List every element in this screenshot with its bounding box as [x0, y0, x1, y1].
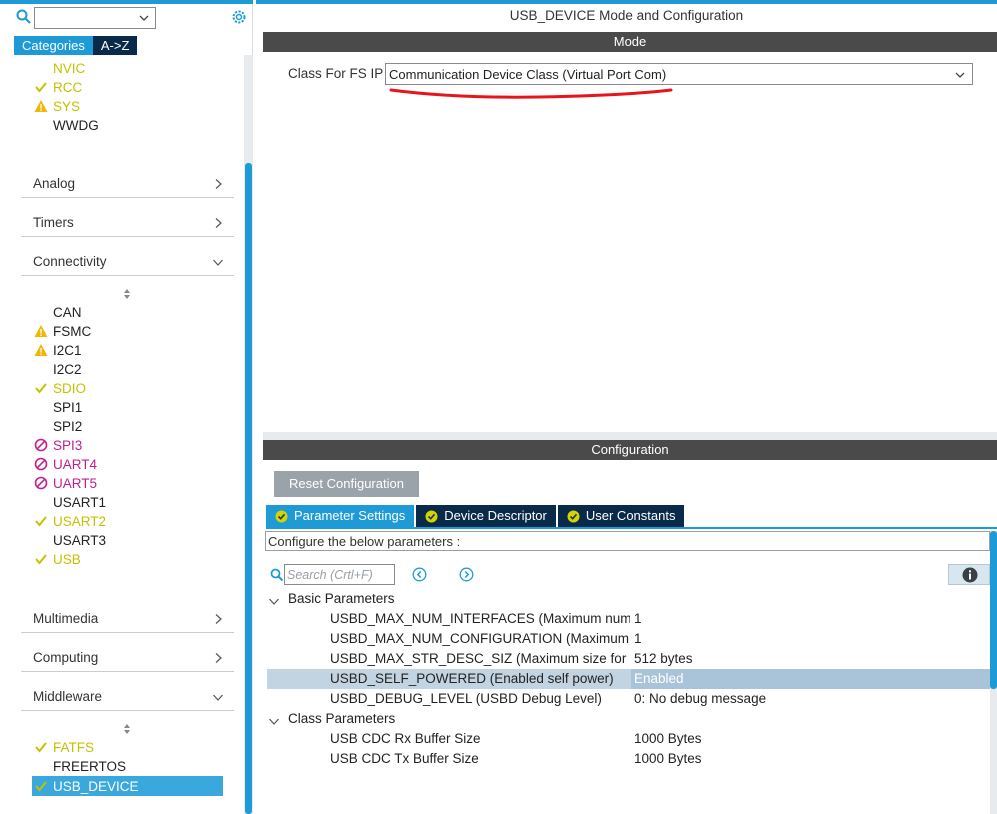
chevron-down-icon[interactable] — [268, 593, 280, 605]
next-match-icon[interactable] — [459, 567, 474, 582]
chevron-down-icon[interactable] — [138, 12, 150, 24]
sort-updown-icon[interactable] — [121, 723, 133, 735]
left-panel: Categories A->Z NVIC RCC SYS WWDG Analog — [0, 0, 253, 814]
warning-icon — [34, 99, 50, 115]
chevron-right-icon — [212, 652, 224, 664]
class-select[interactable]: Communication Device Class (Virtual Port… — [385, 63, 973, 85]
check-circle-icon — [567, 510, 580, 522]
chevron-down-icon[interactable] — [954, 69, 966, 81]
info-button[interactable] — [948, 564, 990, 585]
check-circle-icon — [425, 510, 438, 522]
right-topbar — [256, 0, 997, 4]
tree-item-usb-device-selected[interactable]: USB_DEVICE — [32, 776, 223, 796]
parameter-search-input[interactable]: Search (Crtl+F) — [284, 564, 395, 585]
tab-parameter-settings[interactable]: Parameter Settings — [266, 505, 415, 527]
chevron-right-icon — [212, 613, 224, 625]
param-row-max-num-configuration[interactable]: USBD_MAX_NUM_CONFIGURATION (Maximum ... … — [267, 629, 990, 649]
category-multimedia[interactable]: Multimedia — [21, 601, 234, 633]
category-tree: NVIC RCC SYS WWDG Analog Timers Connecti… — [12, 55, 244, 814]
warning-icon — [34, 343, 50, 359]
tab-underline — [266, 527, 997, 529]
tab-device-descriptor[interactable]: Device Descriptor — [416, 505, 556, 527]
previous-match-icon[interactable] — [412, 567, 427, 582]
info-icon — [962, 567, 978, 583]
param-row-max-num-interfaces[interactable]: USBD_MAX_NUM_INTERFACES (Maximum num... … — [267, 609, 990, 629]
configuration-tabs: Parameter Settings Device Descriptor Use… — [266, 505, 686, 527]
check-icon — [34, 381, 50, 397]
panel-divider[interactable] — [263, 432, 997, 440]
category-timers[interactable]: Timers — [21, 205, 234, 237]
blocked-icon — [34, 457, 50, 473]
blocked-icon — [34, 438, 50, 454]
chevron-down-icon — [212, 691, 224, 703]
description-box: Configure the below parameters : — [265, 531, 990, 551]
chevron-right-icon — [212, 178, 224, 190]
gear-icon[interactable] — [230, 8, 248, 26]
left-tabs: Categories A->Z — [14, 36, 138, 55]
configuration-header: Configuration — [263, 440, 997, 460]
search-combo[interactable] — [34, 7, 156, 29]
class-select-value: Communication Device Class (Virtual Port… — [389, 67, 667, 82]
chevron-down-icon[interactable] — [268, 713, 280, 725]
param-row-max-str-desc-siz[interactable]: USBD_MAX_STR_DESC_SIZ (Maximum size for … — [267, 649, 990, 669]
left-topbar — [0, 0, 253, 4]
parameter-scrollbar-thumb[interactable] — [990, 531, 997, 689]
check-icon — [34, 514, 50, 530]
search-icon — [270, 568, 284, 582]
page-title: USB_DEVICE Mode and Configuration — [509, 8, 744, 23]
mode-header: Mode — [263, 32, 997, 52]
mode-section: Class For FS IP Communication Device Cla… — [263, 52, 997, 432]
param-row-self-powered[interactable]: USBD_SELF_POWERED (Enabled self power) E… — [267, 669, 990, 689]
tab-a-to-z[interactable]: A->Z — [92, 36, 138, 55]
check-icon — [34, 740, 50, 756]
check-circle-icon — [275, 510, 288, 522]
category-computing[interactable]: Computing — [21, 640, 234, 672]
search-icon[interactable] — [16, 9, 32, 25]
category-analog[interactable]: Analog — [21, 166, 234, 198]
param-row-cdc-rx-buffer[interactable]: USB CDC Rx Buffer Size 1000 Bytes — [267, 729, 990, 749]
check-icon — [34, 80, 50, 96]
red-annotation-underline — [389, 88, 673, 99]
blocked-icon — [34, 476, 50, 492]
left-scrollbar-thumb[interactable] — [245, 163, 252, 814]
param-row-debug-level[interactable]: USBD_DEBUG_LEVEL (USBD Debug Level) 0: N… — [267, 689, 990, 709]
chevron-right-icon — [212, 217, 224, 229]
param-row-cdc-tx-buffer[interactable]: USB CDC Tx Buffer Size 1000 Bytes — [267, 749, 990, 769]
class-label: Class For FS IP — [288, 66, 384, 81]
check-icon — [34, 779, 50, 795]
tab-categories[interactable]: Categories — [14, 36, 93, 55]
sort-updown-icon[interactable] — [121, 288, 133, 300]
chevron-down-icon — [212, 256, 224, 268]
warning-icon — [34, 324, 50, 340]
check-icon — [34, 552, 50, 568]
right-panel: USB_DEVICE Mode and Configuration Mode C… — [256, 0, 997, 814]
category-middleware[interactable]: Middleware — [21, 679, 234, 711]
reset-configuration-button[interactable]: Reset Configuration — [274, 471, 419, 497]
tab-user-constants[interactable]: User Constants — [557, 505, 685, 527]
category-connectivity[interactable]: Connectivity — [21, 244, 234, 276]
